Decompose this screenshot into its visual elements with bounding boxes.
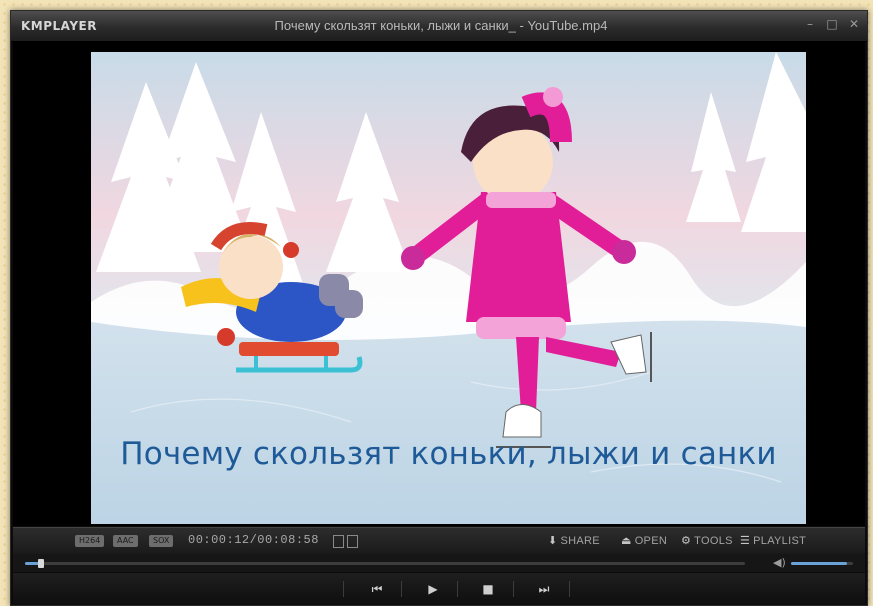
eject-icon: ⏏: [621, 535, 632, 547]
playlist-label: PLAYLIST: [753, 535, 807, 547]
subtitle-text: Почему скользят коньки, лыжи и санки: [120, 436, 777, 472]
volume-slider[interactable]: [791, 562, 853, 565]
playback-controls: ⏮ ▶ ■ ⏭: [13, 573, 865, 605]
play-icon[interactable]: ▶: [422, 580, 444, 598]
seek-handle[interactable]: [37, 559, 44, 568]
codec-tag: AAC: [113, 535, 138, 547]
playlist-button[interactable]: ☰ PLAYLIST: [740, 534, 806, 547]
maximize-icon[interactable]: □: [825, 17, 839, 31]
app-logo[interactable]: KMPLAYER: [21, 19, 97, 33]
aspect-icon[interactable]: [333, 535, 344, 548]
window-title: Почему скользят коньки, лыжи и санки_ - …: [274, 18, 608, 33]
video-area[interactable]: Почему скользят коньки, лыжи и санки: [13, 42, 865, 526]
minimize-icon[interactable]: –: [803, 17, 817, 31]
gear-icon: ⚙: [681, 535, 692, 547]
codec-tag: SOX: [149, 535, 174, 547]
divider: [343, 581, 344, 597]
seek-bar-area: ◀): [13, 554, 865, 572]
divider: [513, 581, 514, 597]
time-display[interactable]: 00:00:12/00:08:58: [188, 533, 319, 547]
volume-level: [791, 562, 847, 565]
close-icon[interactable]: ✕: [847, 17, 861, 31]
kmplayer-window: KMPLAYER Почему скользят коньки, лыжи и …: [10, 10, 868, 606]
window-controls: – □ ✕: [803, 17, 861, 31]
tools-button[interactable]: ⚙ TOOLS: [681, 534, 733, 547]
codec-tag: H264: [75, 535, 105, 547]
next-icon[interactable]: ⏭: [533, 580, 555, 598]
open-button[interactable]: ⏏ OPEN: [621, 534, 667, 547]
share-button[interactable]: ⬇ SHARE: [548, 534, 600, 547]
divider: [401, 581, 402, 597]
ice-rink: [91, 320, 806, 524]
divider: [569, 581, 570, 597]
list-icon: ☰: [740, 535, 751, 547]
aspect-icon[interactable]: [347, 535, 358, 548]
stop-icon[interactable]: ■: [477, 580, 499, 598]
download-icon: ⬇: [548, 535, 558, 547]
seek-bar[interactable]: [25, 559, 745, 568]
tools-label: TOOLS: [694, 535, 733, 547]
share-label: SHARE: [560, 535, 600, 547]
open-label: OPEN: [634, 535, 668, 547]
info-bar: H264 AAC SOX 00:00:12/00:08:58 ⬇ SHARE ⏏ O…: [13, 527, 865, 554]
volume-icon[interactable]: ◀): [773, 556, 786, 569]
divider: [457, 581, 458, 597]
previous-icon[interactable]: ⏮: [366, 580, 388, 598]
video-frame[interactable]: Почему скользят коньки, лыжи и санки: [91, 52, 806, 524]
title-bar[interactable]: KMPLAYER Почему скользят коньки, лыжи и …: [11, 11, 867, 42]
